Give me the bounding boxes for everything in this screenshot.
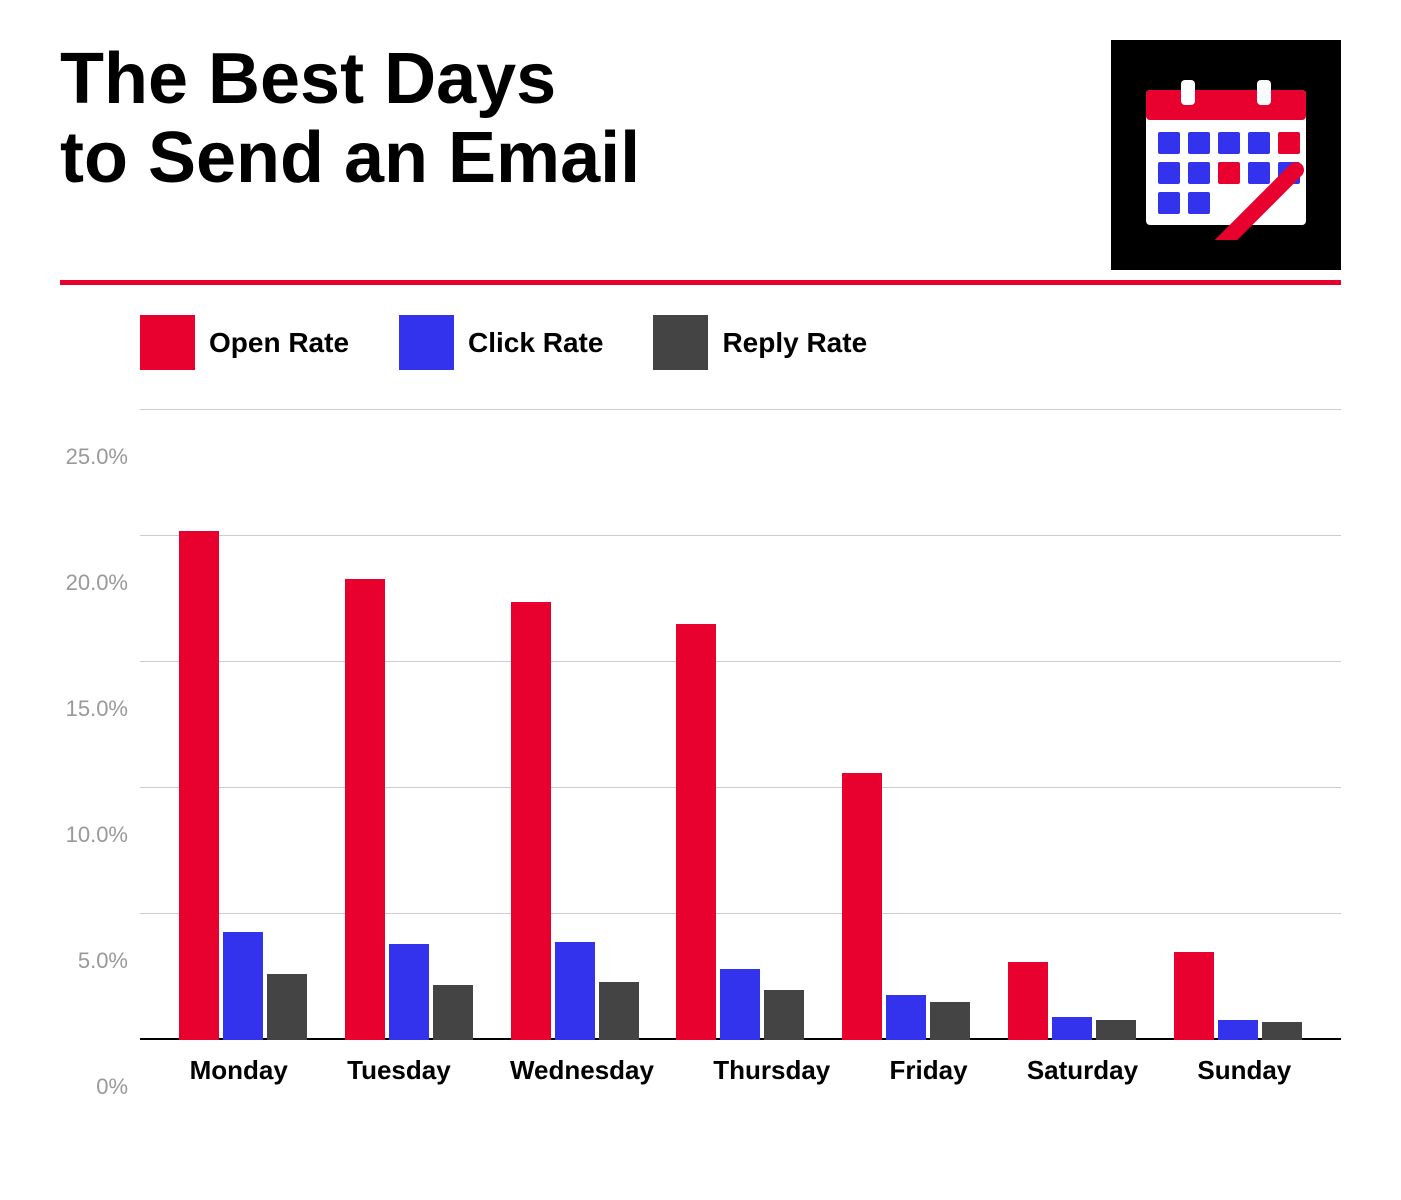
click-rate-bar	[1052, 1017, 1092, 1040]
open-rate-bar	[1174, 952, 1214, 1040]
bars-wrapper	[676, 624, 804, 1040]
open-rate-bar	[1008, 962, 1048, 1040]
reply-rate-bar	[433, 985, 473, 1040]
click-rate-bar	[389, 944, 429, 1040]
bars-wrapper	[345, 579, 473, 1040]
y-axis-label: 20.0%	[66, 570, 128, 596]
open-rate-bar	[842, 773, 882, 1040]
open-rate-bar	[179, 531, 219, 1040]
y-axis-label: 5.0%	[78, 948, 128, 974]
day-label: Tuesday	[347, 1055, 451, 1086]
reply-rate-bar	[930, 1002, 970, 1040]
title-line1: The Best Days	[60, 39, 556, 119]
bars-wrapper	[179, 531, 307, 1040]
chart-area: 25.0%20.0%15.0%10.0%5.0%0% MondayTuesday…	[60, 410, 1341, 1090]
reply-rate-bar	[599, 982, 639, 1040]
y-axis: 25.0%20.0%15.0%10.0%5.0%0%	[60, 410, 140, 1090]
reply-rate-bar	[1096, 1020, 1136, 1040]
day-group	[1174, 952, 1302, 1040]
day-group	[179, 531, 307, 1040]
title-line2: to Send an Email	[60, 118, 640, 198]
legend-reply-rate: Reply Rate	[653, 315, 867, 370]
legend: Open Rate Click Rate Reply Rate	[60, 315, 1341, 370]
day-group	[511, 602, 639, 1040]
click-rate-bar	[1218, 1020, 1258, 1040]
day-label: Saturday	[1027, 1055, 1138, 1086]
reply-rate-label: Reply Rate	[722, 327, 867, 359]
y-axis-label: 0%	[96, 1074, 128, 1100]
day-group	[345, 579, 473, 1040]
open-rate-label: Open Rate	[209, 327, 349, 359]
day-label: Wednesday	[510, 1055, 654, 1086]
open-rate-bar	[511, 602, 551, 1040]
day-label: Friday	[890, 1055, 968, 1086]
legend-click-rate: Click Rate	[399, 315, 603, 370]
bars-wrapper	[1174, 952, 1302, 1040]
click-rate-bar	[223, 932, 263, 1040]
day-group	[676, 624, 804, 1040]
day-label: Sunday	[1197, 1055, 1291, 1086]
bars-container	[140, 410, 1341, 1040]
reply-rate-color	[653, 315, 708, 370]
red-divider	[60, 280, 1341, 285]
day-group	[1008, 962, 1136, 1040]
y-axis-label: 15.0%	[66, 696, 128, 722]
open-rate-color	[140, 315, 195, 370]
days-labels: Monday Tuesday Wednesday Thursday Friday Satu…	[140, 1040, 1341, 1090]
click-rate-label: Click Rate	[468, 327, 603, 359]
reply-rate-bar	[1262, 1022, 1302, 1040]
legend-open-rate: Open Rate	[140, 315, 349, 370]
header-section: The Best Days to Send an Email	[60, 40, 1341, 270]
page-title: The Best Days to Send an Email	[60, 40, 1111, 198]
bars-wrapper	[1008, 962, 1136, 1040]
open-rate-bar	[676, 624, 716, 1040]
calendar-icon-box	[1111, 40, 1341, 270]
reply-rate-bar	[267, 974, 307, 1040]
y-axis-label: 25.0%	[66, 444, 128, 470]
y-axis-label: 10.0%	[66, 822, 128, 848]
reply-rate-bar	[764, 990, 804, 1040]
page-container: The Best Days to Send an Email	[0, 0, 1401, 1200]
click-rate-bar	[555, 942, 595, 1040]
day-group	[842, 773, 970, 1040]
day-label: Thursday	[713, 1055, 830, 1086]
bars-wrapper	[842, 773, 970, 1040]
calendar-icon	[1136, 70, 1316, 240]
chart-body: Monday Tuesday Wednesday Thursday Friday Satu…	[140, 410, 1341, 1090]
click-rate-color	[399, 315, 454, 370]
day-label: Monday	[190, 1055, 288, 1086]
click-rate-bar	[720, 969, 760, 1040]
click-rate-bar	[886, 995, 926, 1040]
bars-wrapper	[511, 602, 639, 1040]
open-rate-bar	[345, 579, 385, 1040]
